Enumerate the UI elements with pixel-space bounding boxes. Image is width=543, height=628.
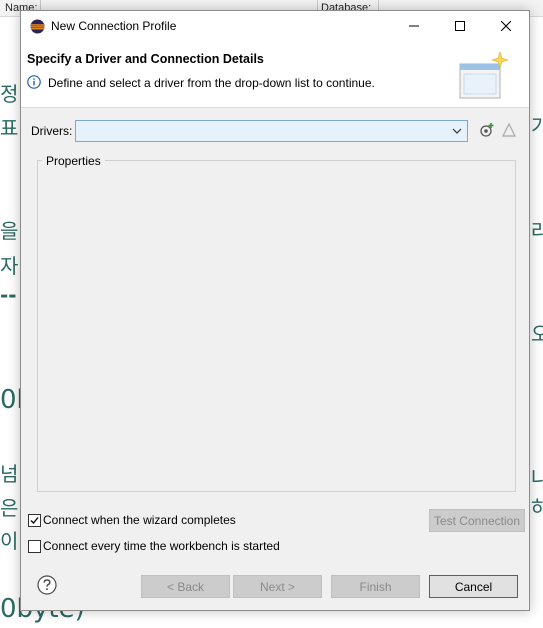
finish-button[interactable]: Finish	[331, 575, 420, 598]
minimize-button[interactable]	[391, 11, 437, 42]
edit-driver-icon	[501, 122, 517, 138]
minimize-icon	[409, 20, 419, 34]
eclipse-icon	[30, 19, 45, 34]
connect-on-complete-checkbox[interactable]	[28, 514, 41, 527]
background-text: 을	[0, 219, 19, 243]
page-description: Define and select a driver from the drop…	[48, 76, 375, 90]
background-text: 정	[0, 82, 19, 106]
maximize-button[interactable]	[437, 11, 483, 42]
new-driver-icon[interactable]	[479, 122, 495, 138]
wizard-header: Specify a Driver and Connection Details …	[21, 42, 529, 108]
background-text: 라	[531, 219, 543, 243]
cancel-button[interactable]: Cancel	[429, 575, 518, 598]
background-text: 이	[0, 529, 19, 553]
connect-every-start-checkbox[interactable]	[28, 540, 41, 553]
maximize-icon	[455, 20, 465, 34]
close-button[interactable]	[483, 11, 529, 42]
connect-every-start-label[interactable]: Connect every time the workbench is star…	[43, 539, 280, 553]
test-connection-button[interactable]: Test Connection	[429, 509, 525, 532]
background-text: 하	[531, 496, 543, 520]
drivers-label: Drivers:	[31, 124, 73, 138]
wizard-banner-icon	[458, 50, 512, 102]
help-icon[interactable]	[37, 575, 57, 595]
background-text: 자	[0, 254, 19, 278]
chevron-down-icon	[450, 124, 464, 138]
next-button[interactable]: Next >	[233, 575, 322, 598]
dialog-title: New Connection Profile	[51, 19, 177, 33]
background-text: 표	[0, 116, 19, 140]
background-text: 오	[531, 322, 543, 346]
new-connection-profile-dialog: New Connection Profile Specify a Driver …	[20, 10, 530, 611]
background-text: --	[0, 283, 17, 307]
drivers-dropdown[interactable]	[75, 120, 468, 142]
page-title: Specify a Driver and Connection Details	[27, 52, 264, 66]
properties-label: Properties	[42, 154, 105, 168]
title-bar[interactable]: New Connection Profile	[21, 11, 529, 42]
properties-group	[37, 160, 516, 492]
connect-on-complete-label[interactable]: Connect when the wizard completes	[43, 513, 236, 527]
background-text: 가	[531, 114, 543, 138]
background-text: 은	[0, 496, 19, 520]
info-icon	[27, 75, 41, 89]
background-text: 나	[531, 466, 543, 490]
back-button[interactable]: < Back	[141, 575, 230, 598]
close-icon	[500, 20, 512, 34]
